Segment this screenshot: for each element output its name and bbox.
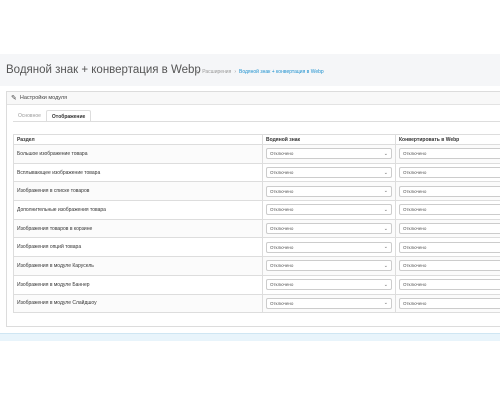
watermark-cell: Отключено ⌄ — [262, 200, 396, 220]
watermark-cell: Отключено ⌄ — [262, 144, 396, 164]
webp-select-value: Отключено — [403, 170, 427, 176]
watermark-select-value: Отключено — [270, 170, 294, 176]
chevron-down-icon: ⌄ — [383, 206, 388, 213]
row-section-label: Изображения в модуле Слайдшоу — [13, 293, 263, 314]
table-row: Изображения опций товара Отключено ⌄ Откл… — [13, 237, 500, 258]
display-settings-table: Раздел Водяной знак Конвертировать в Web… — [13, 134, 500, 314]
webp-select-value: Отключено — [403, 188, 427, 194]
watermark-select[interactable]: Отключено ⌄ — [266, 204, 392, 216]
webp-select[interactable]: Отключено — [399, 148, 500, 160]
watermark-select[interactable]: Отключено ⌄ — [266, 260, 392, 272]
column-header-section: Раздел — [13, 134, 263, 145]
breadcrumb: ⌂ Расширения › Водяной знак + конвертаци… — [195, 69, 324, 76]
tabs-divider — [13, 121, 500, 122]
breadcrumb-extensions[interactable]: Расширения — [202, 69, 231, 75]
column-header-webp: Конвертировать в Webp — [395, 134, 500, 145]
chevron-down-icon: ⌄ — [383, 225, 388, 232]
row-section-label: Изображения товаров в корзине — [13, 218, 263, 239]
row-section-label: Большое изображение товара — [13, 144, 263, 164]
watermark-select-value: Отключено — [270, 226, 294, 232]
webp-select-value: Отключено — [403, 244, 427, 250]
table-row: Большое изображение товара Отключено ⌄ От… — [13, 144, 500, 164]
page-title: Водяной знак + конвертация в Webp — [6, 64, 201, 76]
webp-cell: Отключено — [395, 293, 500, 314]
table-row: Изображения в списке товаров Отключено ⌄ … — [13, 181, 500, 202]
watermark-select-value: Отключено — [270, 263, 294, 269]
chevron-down-icon: ⌄ — [383, 188, 388, 195]
watermark-select-value: Отключено — [270, 244, 294, 250]
chevron-down-icon: ⌄ — [383, 244, 388, 251]
column-header-watermark: Водяной знак — [262, 134, 396, 145]
page-header: Водяной знак + конвертация в Webp ⌂ Расш… — [0, 54, 500, 86]
watermark-cell: Отключено ⌄ — [262, 274, 396, 295]
watermark-select-value: Отключено — [270, 207, 294, 213]
webp-select[interactable]: Отключено — [399, 204, 500, 216]
webp-select[interactable]: Отключено — [399, 185, 500, 197]
breadcrumb-current[interactable]: Водяной знак + конвертация в Webp — [239, 69, 324, 75]
webp-select[interactable]: Отключено — [399, 260, 500, 272]
watermark-select-value: Отключено — [270, 300, 294, 306]
watermark-cell: Отключено ⌄ — [262, 293, 396, 314]
panel-heading-title: Настройки модуля — [19, 95, 68, 101]
webp-cell: Отключено — [395, 181, 500, 202]
chevron-down-icon: ⌄ — [383, 150, 388, 157]
watermark-cell: Отключено ⌄ — [262, 237, 396, 258]
watermark-cell: Отключено ⌄ — [262, 162, 396, 183]
watermark-cell: Отключено ⌄ — [262, 181, 396, 202]
webp-select-value: Отключено — [403, 226, 427, 232]
webp-select[interactable]: Отключено — [399, 297, 500, 309]
webp-select-value: Отключено — [403, 300, 427, 306]
table-row: Изображения в модуле Карусель Отключено ⌄… — [13, 256, 500, 276]
webp-select[interactable]: Отключено — [399, 279, 500, 291]
watermark-select[interactable]: Отключено ⌄ — [266, 297, 392, 309]
webp-select-value: Отключено — [403, 151, 427, 157]
watermark-select[interactable]: Отключено ⌄ — [266, 223, 392, 235]
table-row: Всплывающее изображение товара Отключено… — [13, 162, 500, 183]
row-section-label: Изображения в модуле Карусель — [13, 256, 263, 276]
webp-cell: Отключено — [395, 218, 500, 239]
table-header-row: Раздел Водяной знак Конвертировать в Web… — [13, 134, 500, 145]
panel-heading: ✎ Настройки модуля — [7, 92, 500, 105]
webp-select[interactable]: Отключено — [399, 167, 500, 179]
webp-select-value: Отключено — [403, 263, 427, 269]
home-icon[interactable]: ⌂ — [195, 69, 199, 76]
chevron-down-icon: ⌄ — [383, 262, 388, 269]
table-row: Изображения товаров в корзине Отключено ⌄… — [13, 218, 500, 239]
webp-cell: Отключено — [395, 200, 500, 220]
settings-panel: ✎ Настройки модуля Основное Отображение … — [6, 91, 500, 327]
row-section-label: Всплывающее изображение товара — [13, 162, 263, 183]
table-row: Изображения в модуле Слайдшоу Отключено ⌄… — [13, 293, 500, 314]
row-section-label: Изображения опций товара — [13, 237, 263, 258]
pencil-icon: ✎ — [11, 94, 17, 102]
watermark-cell: Отключено ⌄ — [262, 218, 396, 239]
chevron-down-icon: ⌄ — [383, 281, 388, 288]
webp-cell: Отключено — [395, 162, 500, 183]
watermark-cell: Отключено ⌄ — [262, 256, 396, 276]
watermark-select-value: Отключено — [270, 188, 294, 194]
webp-select[interactable]: Отключено — [399, 241, 500, 253]
webp-select-value: Отключено — [403, 282, 427, 288]
watermark-select[interactable]: Отключено ⌄ — [266, 185, 392, 197]
chevron-down-icon: ⌄ — [383, 169, 388, 176]
watermark-select[interactable]: Отключено ⌄ — [266, 279, 392, 291]
watermark-select-value: Отключено — [270, 282, 294, 288]
row-section-label: Изображения в модуле Баннер — [13, 274, 263, 295]
webp-select[interactable]: Отключено — [399, 223, 500, 235]
watermark-select[interactable]: Отключено ⌄ — [266, 241, 392, 253]
footer-bar — [0, 333, 500, 341]
watermark-select[interactable]: Отключено ⌄ — [266, 167, 392, 179]
breadcrumb-separator: › — [234, 69, 236, 75]
webp-cell: Отключено — [395, 144, 500, 164]
chevron-down-icon: ⌄ — [383, 300, 388, 307]
row-section-label: Изображения в списке товаров — [13, 181, 263, 202]
watermark-select-value: Отключено — [270, 151, 294, 157]
table-row: Дополнительные изображения товара Отключ… — [13, 200, 500, 220]
webp-cell: Отключено — [395, 274, 500, 295]
webp-cell: Отключено — [395, 256, 500, 276]
row-section-label: Дополнительные изображения товара — [13, 200, 263, 220]
table-row: Изображения в модуле Баннер Отключено ⌄ О… — [13, 274, 500, 295]
webp-cell: Отключено — [395, 237, 500, 258]
webp-select-value: Отключено — [403, 207, 427, 213]
watermark-select[interactable]: Отключено ⌄ — [266, 148, 392, 160]
